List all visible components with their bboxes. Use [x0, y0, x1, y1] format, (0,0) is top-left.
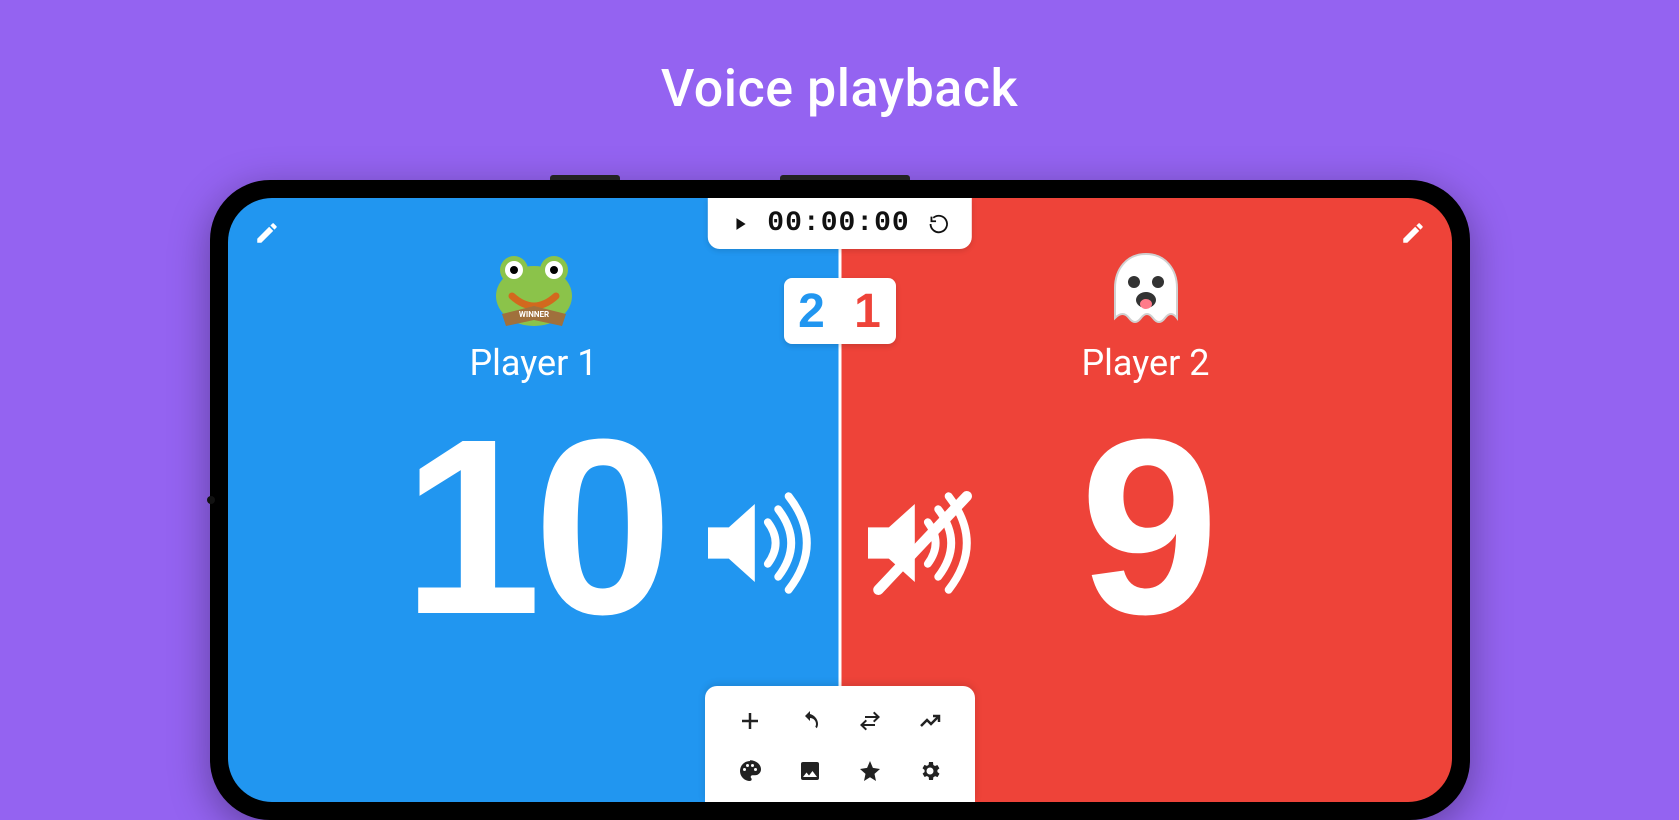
player-name-right: Player 2 [1081, 342, 1209, 384]
trend-icon[interactable] [907, 700, 953, 742]
timer-value: 00:00:00 [767, 208, 909, 239]
app-screen: WINNER Player 1 10 Player 2 9 [228, 198, 1452, 802]
gear-icon[interactable] [907, 750, 953, 792]
set-score-right: 1 [840, 278, 896, 344]
phone-button [780, 175, 910, 180]
ghost-avatar-icon [1096, 246, 1196, 336]
timer-bar: 00:00:00 [707, 198, 971, 249]
player-score-right: 9 [1080, 402, 1211, 652]
undo-icon[interactable] [787, 700, 833, 742]
pencil-icon[interactable] [1400, 220, 1426, 246]
bottom-toolbar [705, 686, 975, 802]
volume-off-icon[interactable] [855, 478, 985, 608]
volume-on-icon[interactable] [695, 478, 825, 608]
palette-icon[interactable] [727, 750, 773, 792]
player-name-left: Player 1 [469, 342, 597, 384]
star-icon[interactable] [847, 750, 893, 792]
swap-icon[interactable] [847, 700, 893, 742]
image-icon[interactable] [787, 750, 833, 792]
play-icon[interactable] [729, 214, 749, 234]
phone-button [550, 175, 620, 180]
player-score-left: 10 [402, 402, 664, 652]
reset-icon[interactable] [928, 213, 950, 235]
plus-icon[interactable] [727, 700, 773, 742]
set-score-left: 2 [784, 278, 840, 344]
pencil-icon[interactable] [254, 220, 280, 246]
page-title: Voice playback [0, 0, 1679, 119]
frog-avatar-icon: WINNER [484, 246, 584, 336]
svg-text:WINNER: WINNER [518, 310, 548, 319]
phone-frame: WINNER Player 1 10 Player 2 9 [210, 180, 1470, 820]
set-score-box[interactable]: 2 1 [784, 278, 896, 344]
